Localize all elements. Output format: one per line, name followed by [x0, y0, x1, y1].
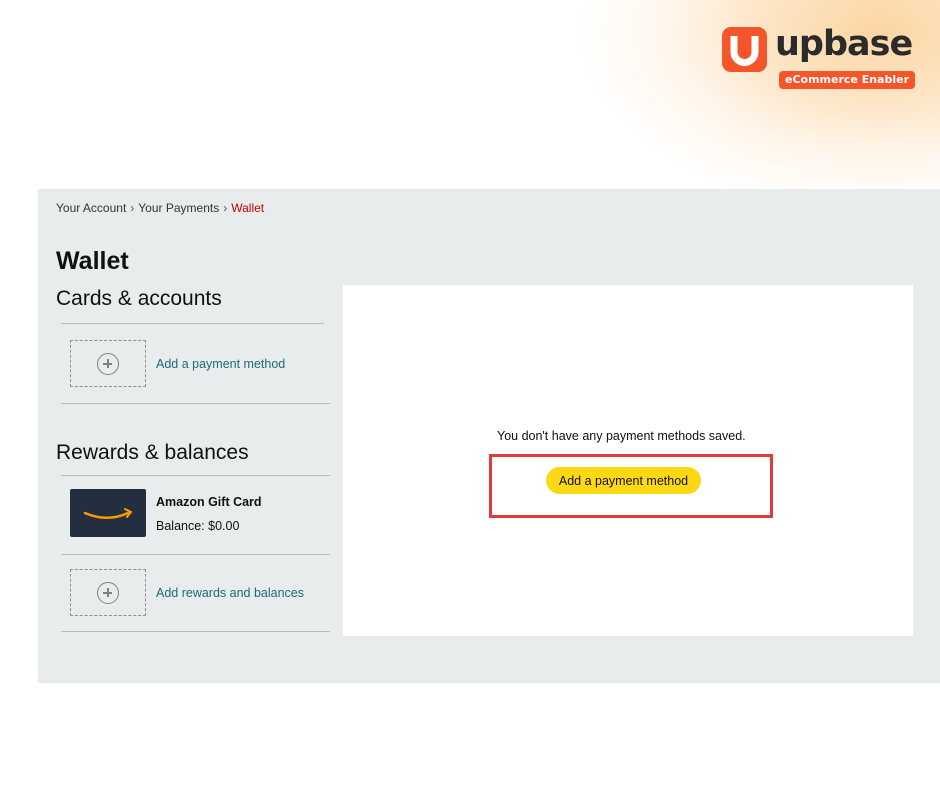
divider: [61, 554, 330, 555]
breadcrumb-wallet: Wallet: [231, 201, 265, 215]
add-payment-method-link[interactable]: Add a payment method: [156, 357, 285, 371]
breadcrumb-separator: ›: [223, 201, 228, 215]
page-title: Wallet: [56, 247, 129, 275]
rewards-section-title: Rewards & balances: [56, 441, 249, 464]
add-payment-method-tile[interactable]: [70, 340, 146, 387]
divider: [61, 323, 324, 324]
add-rewards-link[interactable]: Add rewards and balances: [156, 586, 304, 600]
breadcrumb: Your Account › Your Payments › Wallet: [56, 201, 264, 215]
add-rewards-tile[interactable]: [70, 569, 146, 616]
logo-wordmark: upbase: [775, 24, 913, 64]
amazon-gift-card-image[interactable]: [70, 489, 146, 537]
empty-state-message: You don't have any payment methods saved…: [497, 429, 746, 443]
amazon-smile-icon: [83, 508, 132, 519]
add-circle-icon: [97, 582, 119, 604]
breadcrumb-separator: ›: [130, 201, 135, 215]
gift-card-balance: Balance: $0.00: [156, 519, 240, 533]
divider: [61, 631, 330, 632]
logo-tagline: eCommerce Enabler: [779, 71, 916, 89]
breadcrumb-your-account[interactable]: Your Account: [56, 201, 126, 215]
add-payment-method-button[interactable]: Add a payment method: [546, 467, 701, 494]
cards-section-title: Cards & accounts: [56, 287, 222, 310]
breadcrumb-your-payments[interactable]: Your Payments: [138, 201, 219, 215]
upbase-u-icon: [722, 27, 767, 72]
divider: [61, 403, 330, 404]
gift-card-name[interactable]: Amazon Gift Card: [156, 495, 262, 509]
divider: [61, 475, 330, 476]
upbase-logo: upbase eCommerce Enabler: [722, 24, 916, 93]
add-circle-icon: [97, 353, 119, 375]
